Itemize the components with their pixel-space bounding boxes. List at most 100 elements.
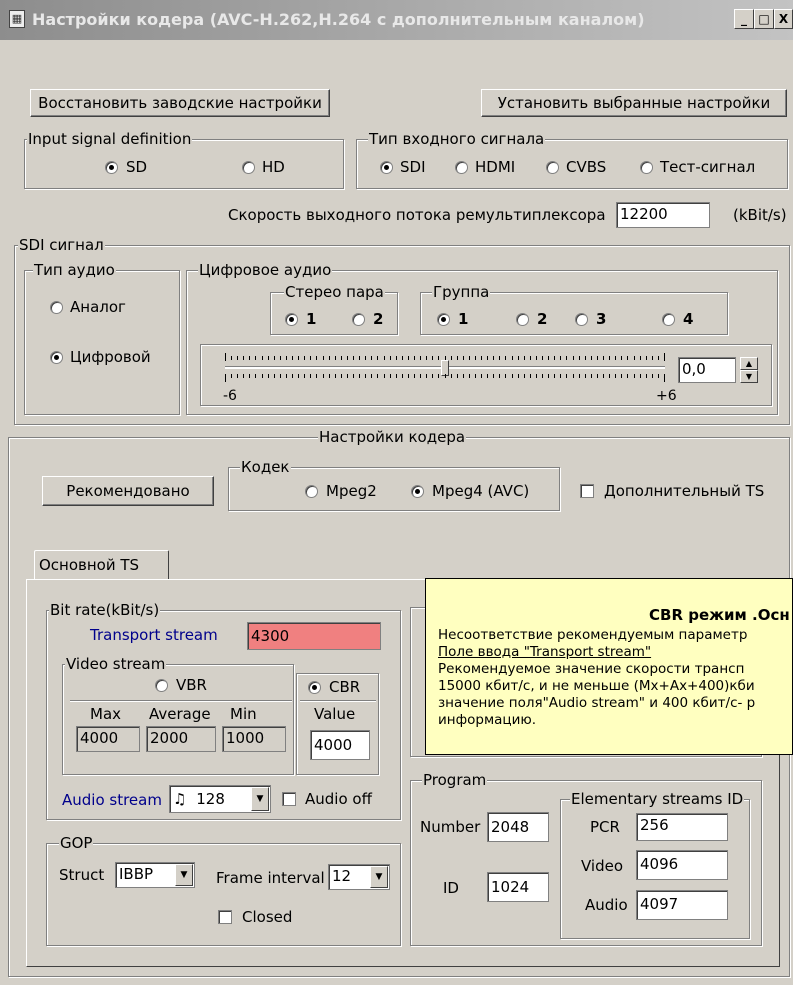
vbr-radio[interactable] [155, 679, 168, 692]
hdmi-label: HDMI [475, 158, 516, 176]
group-select-title: Группа [432, 283, 491, 301]
sd-radio[interactable] [105, 161, 118, 174]
slider-tick [316, 356, 317, 360]
cvbs-label: CVBS [566, 158, 607, 176]
stereo-pair-1-radio[interactable] [285, 313, 298, 326]
struct-dropdown-button[interactable]: ▼ [175, 864, 193, 886]
slider-tick [353, 356, 354, 360]
slider-tick [390, 374, 391, 378]
level-slider[interactable] [225, 351, 665, 385]
es-audio-input[interactable]: 4097 [636, 890, 728, 920]
slider-tick [329, 374, 330, 378]
cbr-label: CBR [329, 678, 361, 696]
slider-tick [292, 374, 293, 378]
group-1-radio[interactable] [437, 313, 450, 326]
max-input[interactable]: 4000 [76, 726, 140, 752]
es-video-label: Video [581, 857, 624, 875]
spin-up-button[interactable]: ▲ [740, 357, 758, 370]
slider-tick [365, 374, 366, 378]
slider-tick [426, 356, 427, 360]
analog-radio[interactable] [50, 301, 63, 314]
slider-tick [396, 374, 397, 378]
spin-down-button[interactable]: ▼ [740, 370, 758, 383]
average-input[interactable]: 2000 [146, 726, 216, 752]
minimize-button[interactable]: _ [734, 9, 754, 29]
slider-tick [402, 356, 403, 360]
slider-tick [627, 374, 628, 378]
slider-tick [603, 356, 604, 360]
remux-rate-input[interactable]: 12200 [616, 202, 710, 228]
level-spin-input[interactable]: 0,0 [678, 357, 736, 383]
slider-tick [475, 356, 476, 360]
slider-tick [335, 356, 336, 360]
program-number-input[interactable]: 2048 [487, 812, 549, 842]
closed-checkbox[interactable] [218, 910, 232, 924]
slider-tick [548, 356, 549, 360]
cbr-radio[interactable] [308, 681, 321, 694]
group-2-radio[interactable] [516, 313, 529, 326]
slider-tick [243, 374, 244, 378]
digital-radio[interactable] [50, 351, 63, 364]
tooltip-line-6: информацию. [438, 712, 537, 728]
slider-tick [585, 356, 586, 360]
restore-defaults-button[interactable]: Восстановить заводские настройки [30, 89, 330, 117]
stereo-pair-2-radio[interactable] [352, 313, 365, 326]
group-3-label: 3 [596, 310, 607, 328]
slider-tick [255, 356, 256, 360]
slider-tick [384, 356, 385, 360]
sdi-signal-title: SDI сигнал [18, 236, 105, 254]
tooltip-line-4: 15000 кбит/с, и не меньше (Mx+Ax+400)кби [438, 678, 755, 694]
slider-tick [469, 374, 470, 378]
slider-tick [255, 374, 256, 378]
recommended-button[interactable]: Рекомендовано [42, 476, 214, 506]
value-input[interactable]: 4000 [310, 730, 370, 760]
audio-stream-dropdown-button[interactable]: ▼ [251, 787, 269, 811]
tab-main-ts[interactable]: Основной TS [34, 550, 169, 580]
program-id-input[interactable]: 1024 [487, 872, 549, 902]
transport-stream-input[interactable]: 4300 [247, 622, 381, 650]
slider-tick [274, 374, 275, 378]
sdi-radio[interactable] [380, 161, 393, 174]
frame-interval-dropdown-button[interactable]: ▼ [370, 866, 388, 888]
cvbs-radio[interactable] [546, 161, 559, 174]
encoder-settings-window: ▦ Настройки кодера (AVC-H.262,H.264 с до… [0, 0, 793, 985]
test-signal-radio[interactable] [640, 161, 653, 174]
extra-ts-checkbox[interactable] [580, 484, 594, 498]
stereo-pair-title: Стерео пара [284, 283, 385, 301]
slider-tick [499, 356, 500, 360]
group-4-radio[interactable] [662, 313, 675, 326]
slider-tick [573, 356, 574, 360]
hd-label: HD [262, 158, 285, 176]
pcr-input[interactable]: 256 [636, 813, 728, 841]
title-bar[interactable]: ▦ Настройки кодера (AVC-H.262,H.264 с до… [0, 0, 793, 40]
group-2-label: 2 [537, 310, 548, 328]
slider-tick [646, 374, 647, 378]
app-icon[interactable]: ▦ [9, 10, 25, 28]
digital-audio-title: Цифровое аудио [198, 261, 333, 279]
group-3-radio[interactable] [575, 313, 588, 326]
slider-tick [432, 374, 433, 378]
tooltip-line-5: значение поля"Audio stream" и 400 кбит/с… [438, 695, 756, 711]
audio-off-checkbox[interactable] [282, 792, 296, 806]
slider-tick [585, 374, 586, 378]
es-video-input[interactable]: 4096 [636, 850, 728, 880]
slider-tick [329, 356, 330, 360]
slider-tick [438, 374, 439, 378]
mpeg2-radio[interactable] [305, 485, 318, 498]
slider-tick [591, 356, 592, 360]
close-button[interactable]: X [774, 9, 793, 29]
maximize-button[interactable]: □ [754, 9, 774, 29]
gop-title: GOP [59, 834, 94, 852]
slider-tick [536, 374, 537, 378]
slider-tick [621, 356, 622, 360]
mpeg4-radio[interactable] [411, 485, 424, 498]
apply-settings-button[interactable]: Установить выбранные настройки [481, 89, 787, 117]
slider-tick [377, 374, 378, 378]
min-input[interactable]: 1000 [222, 726, 286, 752]
slider-tick [414, 356, 415, 360]
slider-tick [566, 356, 567, 360]
slider-tick [560, 356, 561, 360]
hd-radio[interactable] [242, 161, 255, 174]
hdmi-radio[interactable] [455, 161, 468, 174]
slider-tick [286, 374, 287, 378]
